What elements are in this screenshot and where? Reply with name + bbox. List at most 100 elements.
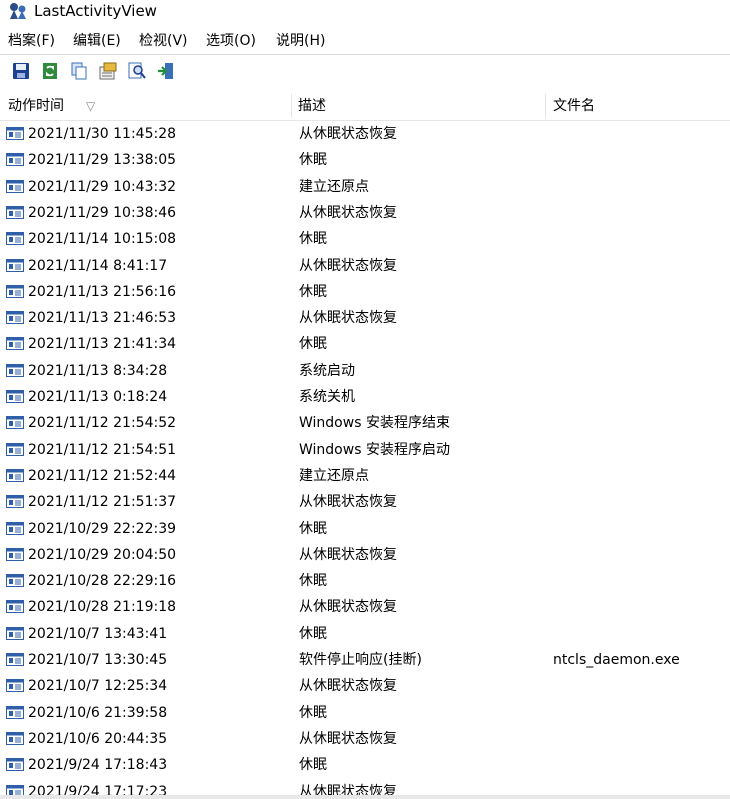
cell-time: 2021/11/12 21:52:44	[28, 468, 177, 484]
table-row[interactable]: 2021/10/7 12:25:34 从休眠状态恢复	[0, 673, 730, 699]
table-row[interactable]: 2021/10/6 21:39:58 休眠	[0, 700, 730, 726]
event-icon	[6, 443, 24, 456]
table-row[interactable]: 2021/11/12 21:51:37 从休眠状态恢复	[0, 489, 730, 515]
cell-description: 从休眠状态恢复	[299, 494, 397, 510]
event-icon	[6, 232, 24, 245]
properties-icon[interactable]	[98, 61, 118, 81]
table-row[interactable]: 2021/10/7 13:43:41 休眠	[0, 621, 730, 647]
event-icon	[6, 337, 24, 350]
cell-time: 2021/11/12 21:54:52	[28, 415, 177, 431]
table-row[interactable]: 2021/10/28 22:29:16 休眠	[0, 568, 730, 594]
cell-description: 从休眠状态恢复	[299, 310, 397, 326]
table-row[interactable]: 2021/11/29 10:38:46 从休眠状态恢复	[0, 200, 730, 226]
cell-time: 2021/10/28 22:29:16	[28, 573, 177, 589]
event-icon	[6, 627, 24, 640]
cell-description: 休眠	[299, 626, 327, 642]
cell-description: 从休眠状态恢复	[299, 258, 397, 274]
table-row[interactable]: 2021/11/13 8:34:28 系统启动	[0, 358, 730, 384]
cell-description: 软件停止响应(挂断)	[299, 652, 422, 668]
refresh-icon[interactable]	[40, 61, 60, 81]
column-header-time[interactable]: 动作时间	[8, 92, 64, 120]
toolbar-separator	[0, 54, 730, 55]
table-row[interactable]: 2021/10/7 13:30:45 软件停止响应(挂断) ntcls_daemon…	[0, 647, 730, 673]
event-icon	[6, 469, 24, 482]
menu-bar: 档案(F) 编辑(E) 检视(V) 选项(O) 说明(H)	[0, 30, 730, 52]
menu-view[interactable]: 检视(V)	[139, 32, 188, 50]
cell-time: 2021/10/7 13:43:41	[28, 626, 168, 642]
table-row[interactable]: 2021/11/13 21:56:16 休眠	[0, 279, 730, 305]
menu-help[interactable]: 说明(H)	[276, 32, 325, 50]
event-icon	[6, 127, 24, 140]
cell-time: 2021/10/7 12:25:34	[28, 678, 168, 694]
cell-time: 2021/10/7 13:30:45	[28, 652, 168, 668]
table-row[interactable]: 2021/11/29 13:38:05 休眠	[0, 147, 730, 173]
cell-description: 建立还原点	[299, 468, 369, 484]
title-bar: LastActivityView	[0, 0, 730, 24]
cell-time: 2021/11/13 21:41:34	[28, 336, 177, 352]
table-row[interactable]: 2021/11/29 10:43:32 建立还原点	[0, 174, 730, 200]
cell-time: 2021/10/6 20:44:35	[28, 731, 168, 747]
table-row[interactable]: 2021/11/13 21:46:53 从休眠状态恢复	[0, 305, 730, 331]
cell-description: 从休眠状态恢复	[299, 731, 397, 747]
table-row[interactable]: 2021/11/12 21:52:44 建立还原点	[0, 463, 730, 489]
cell-time: 2021/10/29 20:04:50	[28, 547, 177, 563]
column-divider[interactable]	[545, 94, 546, 118]
app-icon	[10, 3, 26, 19]
copy-icon[interactable]	[69, 61, 89, 81]
cell-time: 2021/11/29 10:38:46	[28, 205, 177, 221]
event-icon	[6, 153, 24, 166]
column-header-description[interactable]: 描述	[298, 92, 326, 120]
cell-description: 休眠	[299, 152, 327, 168]
event-icon	[6, 600, 24, 613]
cell-time: 2021/9/24 17:18:43	[28, 757, 168, 773]
cell-time: 2021/11/13 21:56:16	[28, 284, 177, 300]
cell-description: 休眠	[299, 705, 327, 721]
table-row[interactable]: 2021/11/13 21:41:34 休眠	[0, 331, 730, 357]
table-row[interactable]: 2021/10/29 20:04:50 从休眠状态恢复	[0, 542, 730, 568]
cell-description: 休眠	[299, 521, 327, 537]
event-icon	[6, 416, 24, 429]
cell-time: 2021/11/14 8:41:17	[28, 258, 168, 274]
list-header: 动作时间 ▽ 描述 文件名	[0, 92, 730, 121]
event-icon	[6, 311, 24, 324]
cell-filename: ntcls_daemon.exe	[553, 652, 680, 668]
menu-edit[interactable]: 编辑(E)	[73, 32, 121, 50]
cell-time: 2021/10/29 22:22:39	[28, 521, 177, 537]
save-icon[interactable]	[11, 61, 31, 81]
table-row[interactable]: 2021/11/30 11:45:28 从休眠状态恢复	[0, 121, 730, 147]
exit-icon[interactable]	[156, 61, 176, 81]
event-icon	[6, 679, 24, 692]
find-icon[interactable]	[127, 61, 147, 81]
cell-time: 2021/11/30 11:45:28	[28, 126, 177, 142]
table-row[interactable]: 2021/9/24 17:18:43 休眠	[0, 752, 730, 778]
table-row[interactable]: 2021/10/29 22:22:39 休眠	[0, 516, 730, 542]
event-icon	[6, 706, 24, 719]
table-row[interactable]: 2021/11/14 8:41:17 从休眠状态恢复	[0, 253, 730, 279]
sort-indicator-icon: ▽	[86, 99, 96, 113]
horizontal-scrollbar[interactable]	[0, 795, 730, 799]
event-icon	[6, 732, 24, 745]
cell-description: 系统关机	[299, 389, 355, 405]
cell-description: 休眠	[299, 336, 327, 352]
table-row[interactable]: 2021/10/6 20:44:35 从休眠状态恢复	[0, 726, 730, 752]
column-header-filename[interactable]: 文件名	[553, 92, 595, 120]
cell-description: 休眠	[299, 231, 327, 247]
event-icon	[6, 180, 24, 193]
activity-list: 2021/11/30 11:45:28 从休眠状态恢复 2021/11/29 13:…	[0, 121, 730, 795]
event-icon	[6, 390, 24, 403]
cell-time: 2021/11/14 10:15:08	[28, 231, 177, 247]
event-icon	[6, 495, 24, 508]
column-divider[interactable]	[291, 94, 292, 118]
table-row[interactable]: 2021/11/14 10:15:08 休眠	[0, 226, 730, 252]
table-row[interactable]: 2021/11/12 21:54:52 Windows 安装程序结束	[0, 410, 730, 436]
table-row[interactable]: 2021/10/28 21:19:18 从休眠状态恢复	[0, 594, 730, 620]
table-row[interactable]: 2021/11/13 0:18:24 系统关机	[0, 384, 730, 410]
cell-description: 休眠	[299, 757, 327, 773]
cell-time: 2021/11/29 13:38:05	[28, 152, 177, 168]
table-row[interactable]: 2021/9/24 17:17:23 从休眠状态恢复	[0, 779, 730, 795]
cell-description: 从休眠状态恢复	[299, 784, 397, 795]
table-row[interactable]: 2021/11/12 21:54:51 Windows 安装程序启动	[0, 437, 730, 463]
menu-options[interactable]: 选项(O)	[206, 32, 256, 50]
menu-file[interactable]: 档案(F)	[8, 32, 55, 50]
cell-time: 2021/10/28 21:19:18	[28, 599, 177, 615]
